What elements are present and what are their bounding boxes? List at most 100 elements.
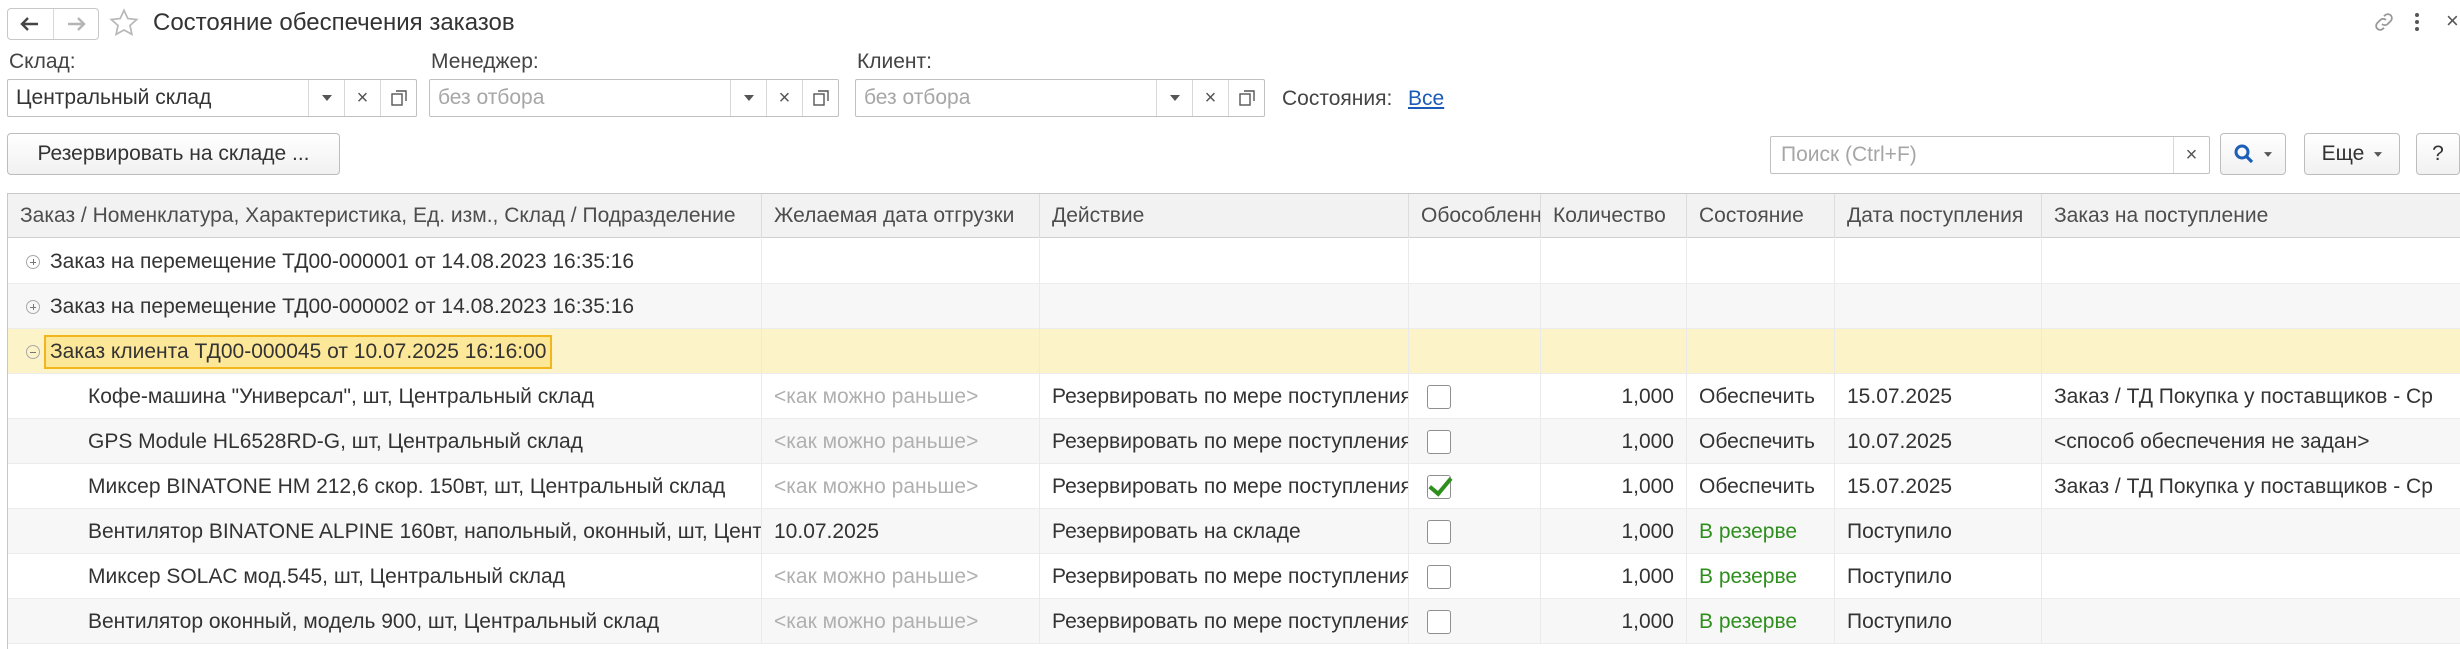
cell-quantity: 1,000	[1541, 374, 1687, 419]
cell-desired-date: <как можно раньше>	[762, 554, 1040, 599]
reserve-at-warehouse-button[interactable]: Резервировать на складе ...	[7, 133, 340, 175]
group-row[interactable]: Заказ на перемещение ТД00-000002 от 14.0…	[8, 284, 2460, 329]
table-row[interactable]: Вентилятор BINATONE ALPINE 160вт, наполь…	[8, 509, 2460, 554]
cell-arrival-date: Поступило	[1835, 509, 2042, 554]
table-row[interactable]: Миксер BINATONE HM 212,6 скор. 150вт, шт…	[8, 464, 2460, 509]
manager-dropdown-button[interactable]	[730, 80, 766, 116]
cell-arrival-date: 15.07.2025	[1835, 374, 2042, 419]
cell-item: Вентилятор BINATONE ALPINE 160вт, наполь…	[8, 509, 762, 554]
chevron-down-icon	[2374, 151, 2383, 157]
expand-icon[interactable]	[26, 254, 40, 269]
favorite-star-icon[interactable]	[108, 7, 140, 45]
group-label: Заказ на перемещение ТД00-000002 от 14.0…	[50, 294, 635, 318]
column-header-supply-order[interactable]: Заказ на поступление	[2042, 194, 2460, 238]
cell-action: Резервировать по мере поступления	[1040, 374, 1409, 419]
cell-desired-date: <как можно раньше>	[762, 599, 1040, 644]
cell-state: Обеспечить	[1687, 464, 1835, 509]
cell-desired-date: 10.07.2025	[762, 509, 1040, 554]
more-button[interactable]: Еще	[2304, 133, 2400, 175]
column-header-arrival-date[interactable]: Дата поступления	[1835, 194, 2042, 238]
search-field[interactable]: Поиск (Ctrl+F) ×	[1770, 136, 2210, 174]
client-field[interactable]: без отбора ×	[855, 79, 1265, 117]
table-row[interactable]: Вентилятор оконный, модель 900, шт, Цент…	[8, 599, 2460, 644]
chevron-down-icon	[321, 95, 332, 101]
separate-checkbox[interactable]	[1427, 519, 1451, 544]
clear-icon: ×	[1204, 86, 1217, 109]
open-form-icon	[1238, 90, 1255, 106]
cell-quantity: 1,000	[1541, 509, 1687, 554]
table-row[interactable]: Кофе-машина "Универсал", шт, Центральный…	[8, 374, 2460, 419]
more-button-label: Еще	[2321, 142, 2365, 165]
forward-button[interactable]	[52, 9, 99, 39]
cell-item: Вентилятор оконный, модель 900, шт, Цент…	[8, 599, 762, 644]
cell-action: Резервировать по мере поступления	[1040, 554, 1409, 599]
search-input[interactable]: Поиск (Ctrl+F)	[1771, 137, 2173, 173]
cell-quantity: 1,000	[1541, 419, 1687, 464]
manager-field[interactable]: без отбора ×	[429, 79, 839, 117]
cell-action: Резервировать по мере поступления	[1040, 599, 1409, 644]
column-header-desired-date[interactable]: Желаемая дата отгрузки	[762, 194, 1040, 238]
warehouse-open-button[interactable]	[380, 80, 416, 116]
column-header-quantity[interactable]: Количество	[1541, 194, 1687, 238]
table-header: Заказ / Номенклатура, Характеристика, Ед…	[8, 194, 2460, 238]
expand-icon[interactable]	[26, 299, 40, 314]
manager-value[interactable]: без отбора	[430, 80, 730, 116]
cell-arrival-date: 10.07.2025	[1835, 419, 2042, 464]
separate-checkbox[interactable]	[1427, 564, 1451, 589]
column-header-separate[interactable]: Обособленно	[1409, 194, 1541, 238]
cell-desired-date: <как можно раньше>	[762, 464, 1040, 509]
search-button[interactable]	[2220, 133, 2286, 175]
cell-desired-date: <как можно раньше>	[762, 374, 1040, 419]
search-clear-button[interactable]: ×	[2173, 137, 2209, 173]
cell-supply-order	[2042, 599, 2460, 644]
cell-quantity: 1,000	[1541, 554, 1687, 599]
group-row-selected[interactable]: Заказ клиента ТД00-000045 от 10.07.2025 …	[8, 329, 2460, 374]
table-row[interactable]: GPS Module HL6528RD-G, шт, Центральный с…	[8, 419, 2460, 464]
separate-checkbox[interactable]	[1427, 429, 1451, 454]
cell-item: Кофе-машина "Универсал", шт, Центральный…	[8, 374, 762, 419]
group-label: Заказ на перемещение ТД00-000001 от 14.0…	[50, 249, 635, 273]
table-row[interactable]: Миксер SOLAC мод.545, шт, Центральный ск…	[8, 554, 2460, 599]
separate-checkbox-checked[interactable]	[1427, 474, 1451, 499]
states-label: Состояния:	[1282, 87, 1393, 110]
open-form-icon	[812, 90, 829, 106]
arrow-left-icon	[20, 17, 39, 31]
separate-checkbox[interactable]	[1427, 609, 1451, 634]
column-header-action[interactable]: Действие	[1040, 194, 1409, 238]
cell-state: Обеспечить	[1687, 419, 1835, 464]
close-icon[interactable]: ×	[2446, 8, 2459, 34]
clear-icon: ×	[778, 86, 791, 109]
warehouse-value[interactable]: Центральный склад	[8, 80, 308, 116]
states-link[interactable]: Все	[1408, 87, 1444, 111]
manager-label: Менеджер:	[431, 50, 539, 73]
cell-item: Миксер SOLAC мод.545, шт, Центральный ск…	[8, 554, 762, 599]
manager-clear-button[interactable]: ×	[766, 80, 802, 116]
help-button[interactable]: ?	[2416, 133, 2460, 175]
cell-state: В резерве	[1687, 554, 1835, 599]
warehouse-dropdown-button[interactable]	[308, 80, 344, 116]
arrow-right-icon	[67, 17, 86, 31]
separate-checkbox[interactable]	[1427, 384, 1451, 409]
menu-dots-icon[interactable]	[2413, 10, 2421, 40]
warehouse-field[interactable]: Центральный склад ×	[7, 79, 417, 117]
back-button[interactable]	[8, 9, 53, 39]
client-open-button[interactable]	[1228, 80, 1264, 116]
manager-open-button[interactable]	[802, 80, 838, 116]
column-header-state[interactable]: Состояние	[1687, 194, 1835, 238]
client-value[interactable]: без отбора	[856, 80, 1156, 116]
client-clear-button[interactable]: ×	[1192, 80, 1228, 116]
group-row[interactable]: Заказ на перемещение ТД00-000001 от 14.0…	[8, 239, 2460, 284]
collapse-icon[interactable]	[26, 344, 40, 359]
client-dropdown-button[interactable]	[1156, 80, 1192, 116]
clear-icon: ×	[2185, 143, 2198, 166]
warehouse-clear-button[interactable]: ×	[344, 80, 380, 116]
cell-arrival-date: 15.07.2025	[1835, 464, 2042, 509]
cell-desired-date: <как можно раньше>	[762, 419, 1040, 464]
column-header-order[interactable]: Заказ / Номенклатура, Характеристика, Ед…	[8, 194, 762, 238]
history-nav	[7, 8, 99, 40]
cell-item: Миксер BINATONE HM 212,6 скор. 150вт, шт…	[8, 464, 762, 509]
cell-supply-order: Заказ / ТД Покупка у поставщиков - Ср	[2054, 384, 2433, 408]
cell-state: В резерве	[1687, 599, 1835, 644]
link-icon[interactable]	[2372, 10, 2396, 40]
cell-action: Резервировать на складе	[1040, 509, 1409, 554]
